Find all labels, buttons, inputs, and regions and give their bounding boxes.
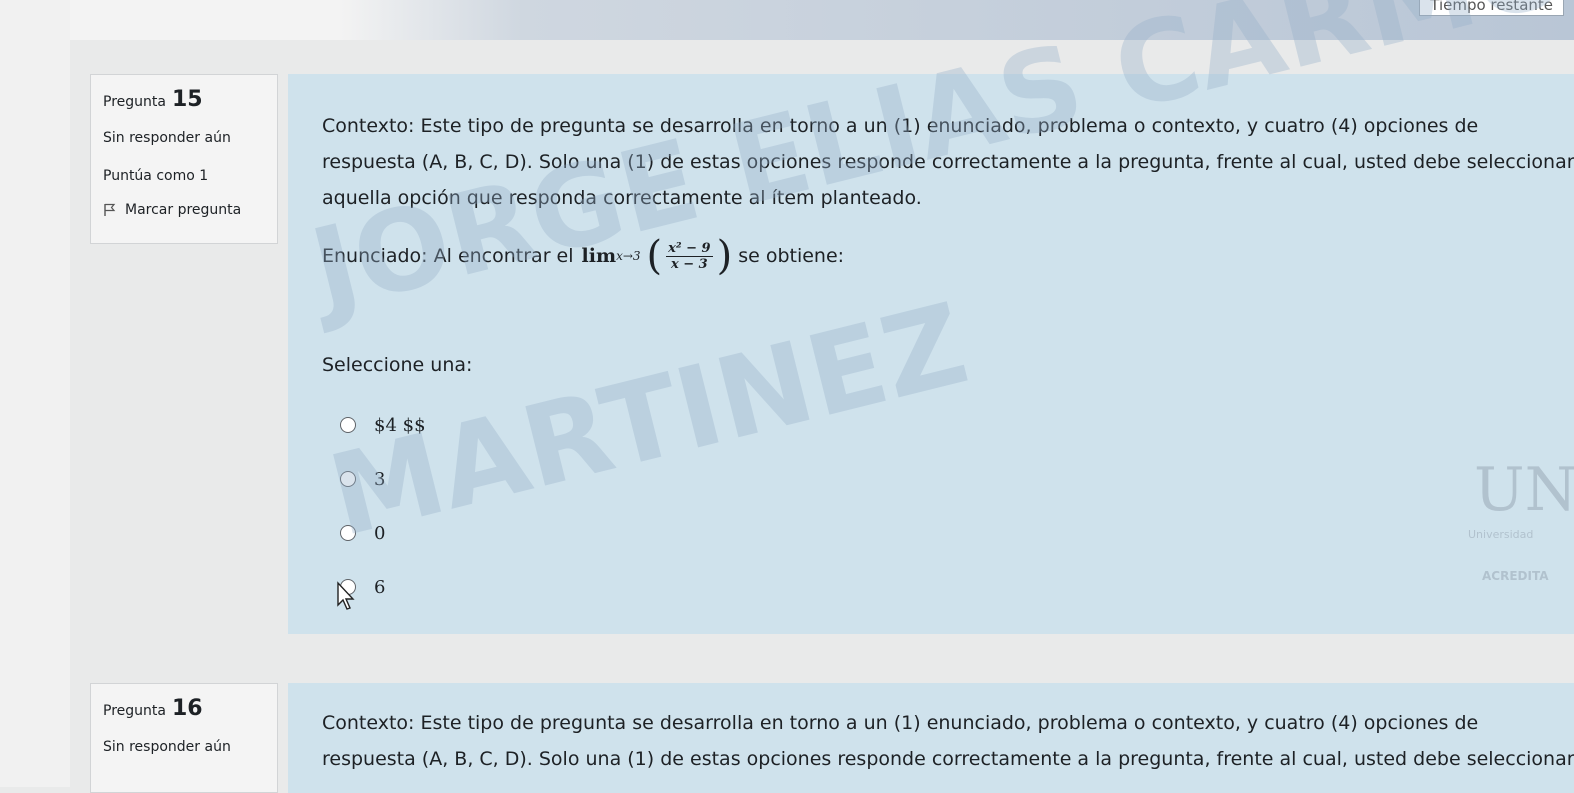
time-remaining-label: Tiempo restante [1419,0,1564,16]
question-state: Sin responder aún [103,130,231,146]
context-line-3: aquella opción que responda correctament… [322,187,922,209]
question-info-15: Pregunta 15 Sin responder aún Puntúa como… [90,74,278,244]
answer-option-c[interactable]: 0 [340,506,1544,560]
context-line-1: Contexto: Este tipo de pregunta se desar… [322,115,1479,137]
question-number: Pregunta 15 [103,87,203,112]
radio-button[interactable] [340,525,356,541]
context-line-1: Contexto: Este tipo de pregunta se desar… [322,712,1479,734]
statement: Enunciado: Al encontrar el lim x→3 ( x² −… [322,233,845,279]
fraction: x² − 9 x − 3 [666,240,713,272]
question-content-16: Contexto: Este tipo de pregunta se desar… [288,683,1574,793]
svg-text:UN: UN [1474,455,1574,525]
question-number: Pregunta 16 [103,696,203,721]
mouse-cursor-icon [337,581,355,610]
context-line-2: respuesta (A, B, C, D). Solo una (1) de … [322,151,1574,173]
context-line-2: respuesta (A, B, C, D). Solo una (1) de … [322,748,1574,770]
radio-button[interactable] [340,417,356,433]
svg-text:ACREDITA: ACREDITA [1482,569,1549,583]
top-navbar: Tiempo restante [70,0,1574,40]
select-one-prompt: Seleccione una: [322,354,473,376]
question-state: Sin responder aún [103,739,231,755]
question-content-15: Contexto: Este tipo de pregunta se desar… [288,74,1574,634]
flag-icon [104,203,116,216]
limit-expression: lim x→3 ( x² − 9 x − 3 ) [581,233,733,279]
radio-button[interactable] [340,471,356,487]
flag-question-link[interactable]: Marcar pregunta [103,202,265,218]
answer-option-b[interactable]: 3 [340,452,1544,506]
left-margin [0,0,70,787]
university-logo: UN Universidad ACREDITA [1468,455,1574,583]
answer-option-d[interactable]: 6 [340,560,1544,614]
question-info-16: Pregunta 16 Sin responder aún [90,683,278,793]
question-grade: Puntúa como 1 [103,168,209,184]
answer-options: $4 $$ 3 0 6 [322,398,1544,614]
answer-option-a[interactable]: $4 $$ [340,398,1544,452]
svg-text:Universidad: Universidad [1468,528,1533,541]
